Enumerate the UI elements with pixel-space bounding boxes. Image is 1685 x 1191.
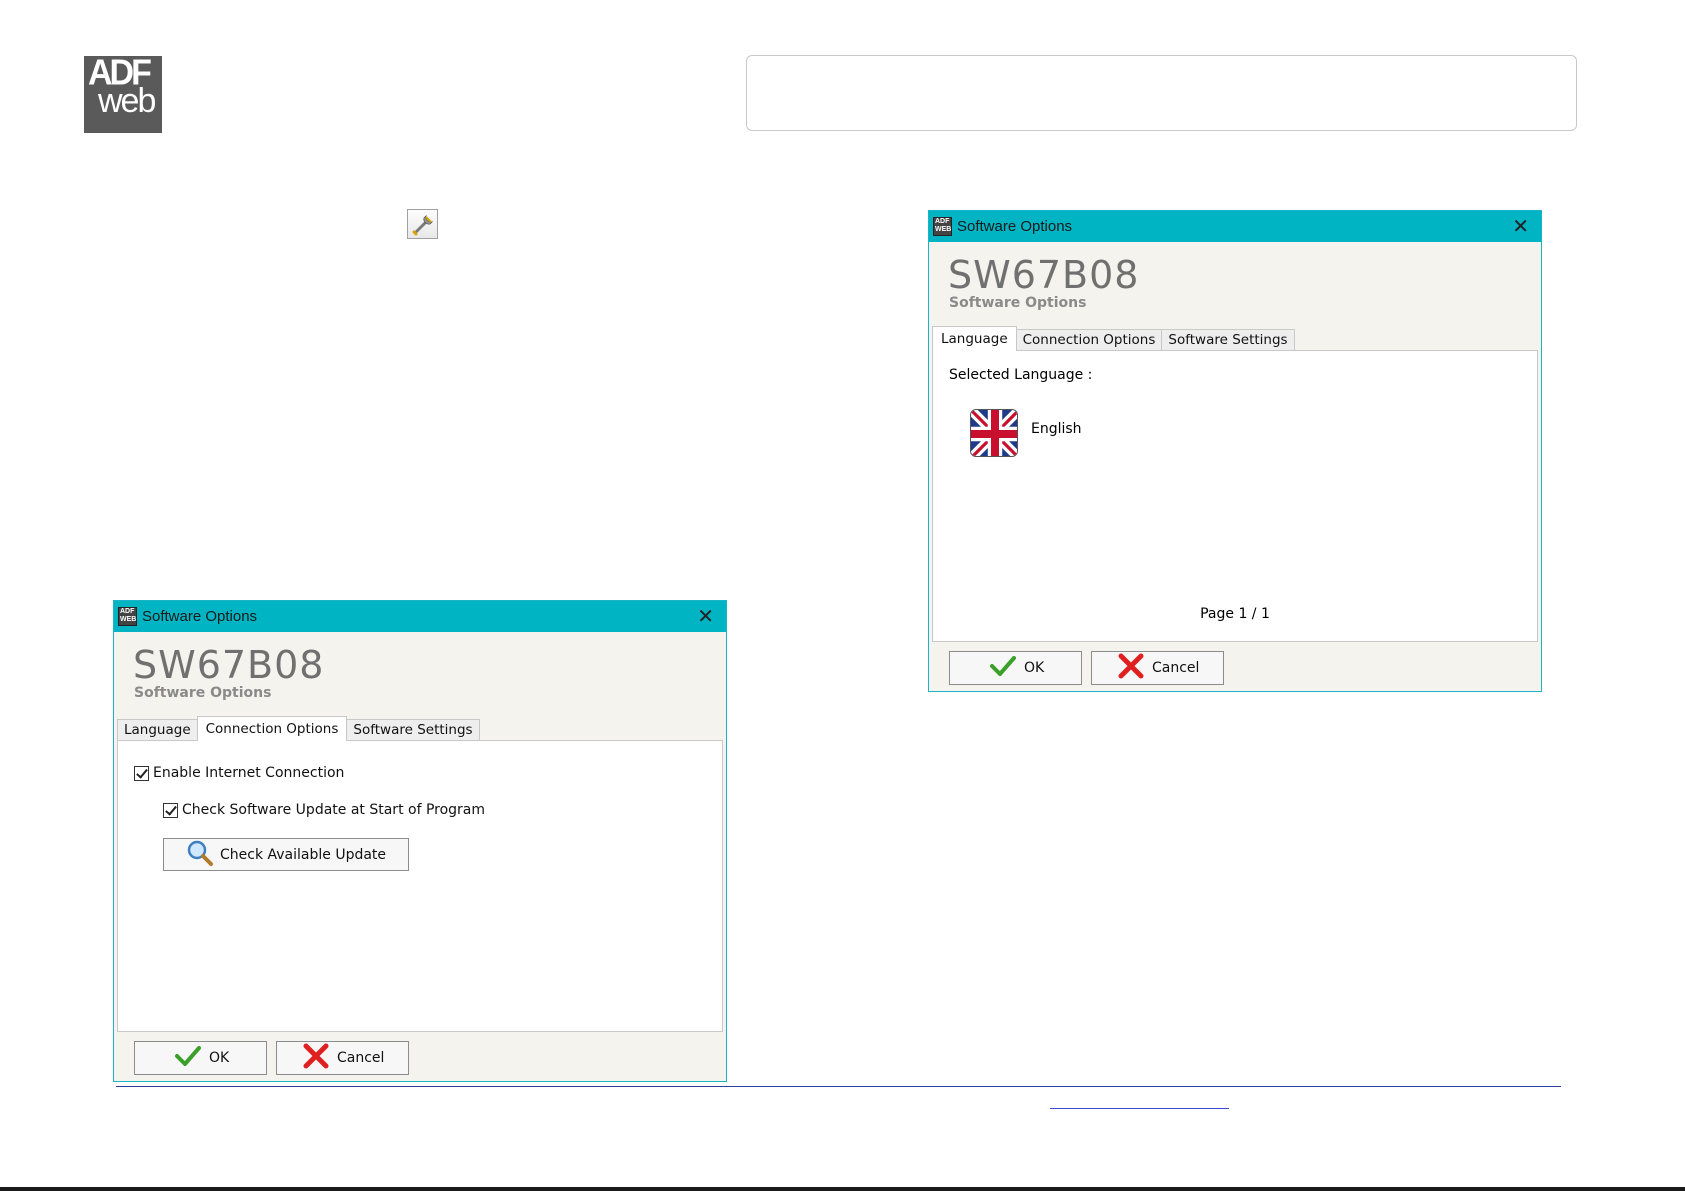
check-available-update-button[interactable]: Check Available Update (163, 838, 409, 871)
uk-flag-icon[interactable] (970, 409, 1018, 457)
ok-button[interactable]: OK (949, 651, 1082, 685)
ok-label: OK (209, 1050, 230, 1066)
app-icon: ADF WEB (118, 607, 137, 626)
tab-bar: Language Connection Options Software Set… (117, 716, 480, 741)
tab-language[interactable]: Language (117, 719, 198, 741)
page-bottom-bar (0, 1187, 1685, 1191)
check-available-update-label: Check Available Update (220, 846, 387, 863)
dialog-subheading: Software Options (949, 295, 1087, 311)
selected-language-label: Selected Language : (949, 367, 1093, 383)
tab-bar: Language Connection Options Software Set… (932, 326, 1295, 351)
dialog-title: Software Options (142, 608, 258, 625)
dialog-titlebar: ADF WEB Software Options ✕ (929, 211, 1541, 242)
wrench-icon[interactable] (407, 209, 438, 239)
check-icon (990, 656, 1016, 680)
enable-internet-checkbox[interactable] (134, 765, 149, 781)
tab-panel: Selected Language : English Page 1 / 1 (932, 350, 1538, 642)
software-options-dialog-connection: ADF WEB Software Options ✕ SW67B08 Softwa… (113, 600, 727, 1082)
cancel-label: Cancel (1152, 660, 1200, 676)
page-indicator: Page 1 / 1 (1200, 606, 1270, 622)
cancel-label: Cancel (337, 1050, 385, 1066)
ok-button[interactable]: OK (134, 1041, 267, 1075)
app-icon: ADF WEB (933, 217, 952, 236)
tab-connection-options[interactable]: Connection Options (196, 716, 348, 741)
magnifier-icon (186, 839, 214, 871)
check-icon (175, 1046, 201, 1070)
software-options-dialog-language: ADF WEB Software Options ✕ SW67B08 Softwa… (928, 210, 1542, 692)
dialog-heading: SW67B08 (133, 643, 325, 687)
dialog-title: Software Options (957, 218, 1073, 235)
enable-internet-row[interactable]: Enable Internet Connection (134, 765, 344, 781)
close-icon[interactable]: ✕ (697, 604, 714, 628)
language-name[interactable]: English (1031, 421, 1082, 437)
check-update-start-checkbox[interactable] (163, 802, 178, 818)
logo-text-web: web (98, 82, 156, 120)
dialog-titlebar: ADF WEB Software Options ✕ (114, 601, 726, 632)
ok-label: OK (1024, 660, 1045, 676)
footer-link-underline[interactable] (1050, 1108, 1229, 1109)
enable-internet-label: Enable Internet Connection (153, 765, 345, 781)
check-update-start-row[interactable]: Check Software Update at Start of Progra… (163, 802, 485, 818)
dialog-subheading: Software Options (134, 685, 272, 701)
adfweb-logo: ADF web (84, 56, 162, 133)
tab-panel: Enable Internet Connection Check Softwar… (117, 740, 723, 1032)
check-update-start-label: Check Software Update at Start of Progra… (182, 802, 486, 818)
x-icon (303, 1043, 329, 1073)
dialog-heading: SW67B08 (948, 253, 1140, 297)
footer-divider (116, 1086, 1561, 1087)
header-box (746, 55, 1577, 131)
tab-software-settings[interactable]: Software Settings (1161, 329, 1295, 351)
cancel-button[interactable]: Cancel (1091, 651, 1224, 685)
tab-software-settings[interactable]: Software Settings (346, 719, 480, 741)
x-icon (1118, 653, 1144, 683)
tab-language[interactable]: Language (932, 326, 1017, 351)
close-icon[interactable]: ✕ (1512, 214, 1529, 238)
tab-connection-options[interactable]: Connection Options (1015, 329, 1163, 351)
cancel-button[interactable]: Cancel (276, 1041, 409, 1075)
